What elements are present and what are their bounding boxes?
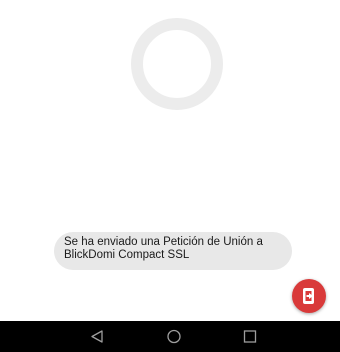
loading-spinner-icon [131, 18, 223, 110]
nav-home-button[interactable] [154, 321, 194, 352]
nav-back-button[interactable] [78, 321, 118, 352]
toast-notification: Se ha enviado una Petición de Unión a Bl… [54, 232, 292, 270]
exit-door-icon [303, 288, 314, 304]
recents-square-icon [243, 330, 257, 343]
nav-recents-button[interactable] [230, 321, 270, 352]
back-triangle-icon [91, 330, 103, 343]
system-navigation-bar [0, 321, 340, 352]
exit-button[interactable] [292, 279, 326, 313]
toast-message: Se ha enviado una Petición de Unión a Bl… [64, 236, 263, 261]
home-circle-icon [167, 329, 181, 344]
